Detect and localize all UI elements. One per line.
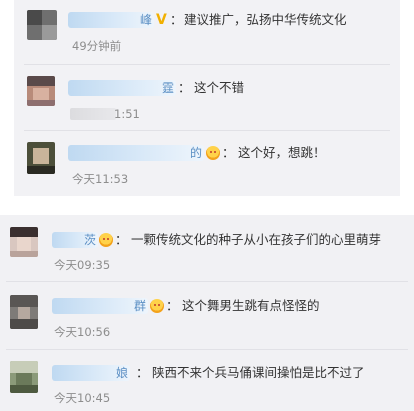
username-tail: 霆	[161, 81, 174, 95]
username-tail: 的	[189, 146, 202, 160]
username[interactable]: 娘	[52, 365, 130, 381]
username[interactable]: 群	[52, 298, 148, 314]
username-tail: 娘	[115, 366, 128, 380]
smile-emoji-icon	[99, 233, 113, 247]
comment-text: 一颗传统文化的种子从小在孩子们的心里萌芽	[131, 232, 382, 247]
comment-text: 这个舞男生跳有点怪怪的	[182, 298, 320, 313]
comment-text: 这个好，想跳！	[238, 145, 326, 160]
comment-time: 今天10:45	[54, 391, 111, 405]
avatar[interactable]	[27, 142, 55, 174]
avatar[interactable]	[10, 227, 38, 257]
comment-time: 今天10:56	[54, 325, 111, 339]
avatar[interactable]	[10, 295, 38, 329]
comment-text: 这个不错	[194, 80, 245, 95]
avatar[interactable]	[10, 361, 38, 393]
divider	[24, 64, 390, 65]
username[interactable]: 茨	[52, 232, 98, 248]
comment-separator: ：	[115, 232, 128, 247]
smile-emoji-icon	[206, 146, 220, 160]
divider	[6, 349, 408, 350]
comment-panel-bottom: 茨 ： 一颗传统文化的种子从小在孩子们的心里萌芽 今天09:35 群 ： 这个舞…	[0, 215, 414, 411]
comment-panel-top: 峰 V ： 建议推广，弘扬中华传统文化 49分钟前 霆 ： 这个不错 1:51 …	[14, 0, 400, 196]
comment-time: 1:51	[114, 107, 140, 121]
comment-item: 的 ： 这个好，想跳！ 今天11:53	[14, 132, 400, 194]
comment-item: 群 ： 这个舞男生跳有点怪怪的 今天10:56	[0, 283, 414, 347]
divider	[6, 281, 408, 282]
username[interactable]: 的	[68, 145, 204, 161]
comment-item: 茨 ： 一颗传统文化的种子从小在孩子们的心里萌芽 今天09:35	[0, 215, 414, 279]
comment-time: 今天09:35	[54, 258, 111, 272]
comment-item: 峰 V ： 建议推广，弘扬中华传统文化 49分钟前	[14, 0, 400, 62]
username[interactable]: 峰	[68, 12, 154, 28]
comment-separator: ：	[136, 365, 149, 380]
username-tail: 峰	[139, 13, 152, 27]
avatar[interactable]	[27, 76, 55, 106]
comment-text: 陕西不来个兵马俑课间操怕是比不过了	[152, 365, 365, 380]
divider	[24, 130, 390, 131]
username[interactable]: 霆	[68, 80, 176, 96]
comment-separator: ：	[222, 145, 235, 160]
comment-separator: ：	[166, 298, 179, 313]
comment-separator: ：	[170, 12, 183, 27]
comment-item: 霆 ： 这个不错 1:51	[14, 66, 400, 130]
comment-time: 今天11:53	[72, 172, 129, 186]
time-blurred-part	[70, 108, 116, 120]
avatar[interactable]	[27, 10, 57, 40]
verified-icon: V	[156, 12, 167, 28]
username-tail: 群	[133, 299, 146, 313]
comment-item: 娘 ： 陕西不来个兵马俑课间操怕是比不过了 今天10:45	[0, 351, 414, 411]
comment-text: 建议推广，弘扬中华传统文化	[184, 12, 347, 27]
comment-separator: ：	[178, 80, 191, 95]
smile-emoji-icon	[150, 299, 164, 313]
comment-time: 49分钟前	[72, 39, 122, 53]
username-tail: 茨	[83, 233, 96, 247]
